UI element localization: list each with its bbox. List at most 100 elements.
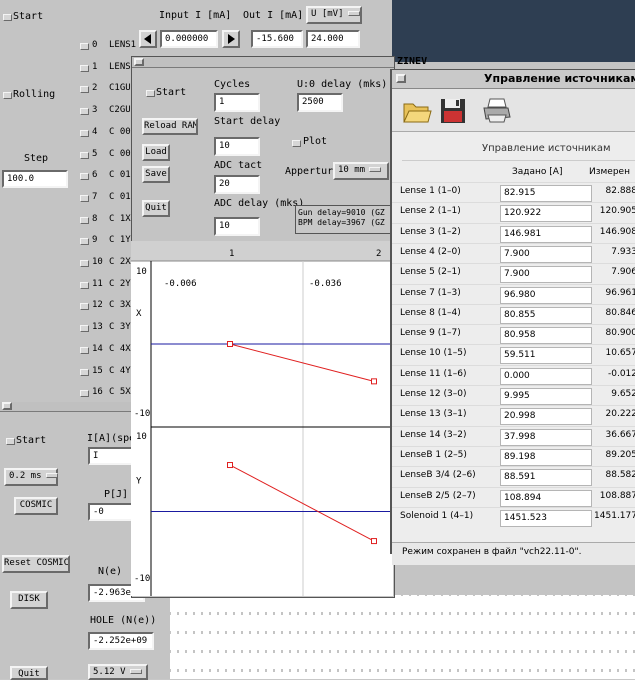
source-set-input[interactable]: 0.000 [500, 367, 592, 385]
channel-checkbox[interactable] [80, 173, 89, 181]
channel-name: C 5X [109, 387, 131, 398]
channel-checkbox[interactable] [80, 368, 89, 376]
channel-checkbox[interactable] [80, 108, 89, 116]
reset-cosmic-button[interactable]: Reset COSMIC [2, 555, 70, 573]
source-set-input[interactable]: 146.981 [500, 225, 592, 243]
source-set-input[interactable]: 82.915 [500, 185, 592, 202]
table-row: Lense 10 (1–5) 59.511 10.657 [392, 344, 635, 365]
start-delay-field[interactable]: 10 [214, 137, 260, 156]
channel-checkbox[interactable] [80, 43, 89, 50]
time-select[interactable]: 0.2 ms [4, 468, 58, 486]
channel-checkbox[interactable] [80, 346, 89, 354]
source-set-input[interactable]: 120.922 [500, 205, 592, 223]
plot-checkbox[interactable] [292, 140, 301, 147]
start-checkbox[interactable] [3, 14, 12, 21]
middle-start-checkbox[interactable] [146, 90, 155, 97]
source-set-input[interactable]: 20.998 [500, 408, 592, 426]
source-name: LenseB 1 (2–5) [400, 449, 467, 460]
channel-number: 3 [92, 105, 98, 116]
source-name: Lense 9 (1–7) [400, 328, 461, 339]
source-set-input[interactable]: 80.855 [500, 306, 592, 324]
volt-select[interactable]: 5.12 V [88, 664, 148, 680]
channel-name: C 01 [109, 170, 131, 181]
channel-checkbox[interactable] [80, 86, 89, 94]
y-tick-label: 10 [136, 267, 147, 277]
adc-tact-field[interactable]: 20 [214, 175, 260, 194]
table-row: Lense 3 (1–2) 146.981 146.908 [392, 222, 635, 244]
channel-checkbox[interactable] [80, 390, 89, 398]
reload-ram-button[interactable]: Reload RAM [142, 118, 198, 135]
column-header-measured: Измерен [589, 167, 630, 177]
channel-checkbox[interactable] [80, 281, 89, 289]
cosmic-button[interactable]: COSMIC [14, 497, 58, 515]
lens1-input-field[interactable]: 0.000000 [160, 30, 218, 48]
desktop-background [392, 0, 635, 62]
source-measured-value: 36.667 [605, 429, 635, 440]
dropdown-icon [347, 11, 360, 16]
unit-select[interactable]: U [mV] [306, 6, 362, 24]
channel-checkbox[interactable] [80, 260, 89, 267]
dropdown-icon [45, 473, 58, 478]
panel-axis-label: Y [136, 477, 142, 487]
source-set-input[interactable]: 89.198 [500, 448, 592, 466]
source-name: LenseB 2/5 (2–7) [400, 490, 476, 501]
panel-axis-label: X [136, 309, 142, 319]
channel-number: 5 [92, 148, 98, 159]
channel-checkbox[interactable] [80, 238, 89, 246]
start-label: Start [13, 11, 44, 22]
channel-checkbox[interactable] [80, 151, 89, 159]
channel-number: 16 [92, 387, 103, 398]
source-measured-value: 80.846 [605, 307, 635, 318]
source-set-input[interactable]: 37.998 [500, 428, 592, 446]
source-set-input[interactable]: 108.894 [500, 489, 592, 507]
source-measured-value: 82.888 [605, 186, 635, 196]
channel-checkbox[interactable] [80, 64, 89, 72]
source-set-input[interactable]: 59.511 [500, 347, 592, 365]
load-button[interactable]: Load [142, 144, 170, 161]
channel-checkbox[interactable] [80, 303, 89, 311]
open-folder-icon[interactable] [402, 98, 432, 124]
channel-name: LENS1 [109, 40, 137, 50]
source-set-input[interactable]: 7.900 [500, 245, 592, 263]
bottom-start-checkbox[interactable] [6, 438, 15, 445]
channel-name: C 00 [109, 126, 131, 137]
window-menu-icon[interactable] [134, 58, 144, 66]
channel-number: 9 [92, 235, 98, 246]
increment-button[interactable] [222, 30, 240, 48]
source-set-input[interactable]: 9.995 [500, 388, 592, 405]
decrement-button[interactable] [139, 30, 157, 48]
input-label: Input I [mA] [159, 10, 232, 21]
channel-name: C 1X [109, 213, 131, 224]
channel-checkbox[interactable] [80, 325, 89, 333]
source-set-input[interactable]: 7.900 [500, 266, 592, 284]
aperture-select[interactable]: 10 mm [333, 162, 389, 180]
source-set-input[interactable]: 1451.523 [500, 509, 592, 527]
delay-info-box: Gun delay=9010 (GZ BPM delay=3967 (GZ [295, 205, 393, 234]
middle-quit-button[interactable]: Quit [142, 200, 170, 217]
source-set-input[interactable]: 88.591 [500, 469, 592, 487]
adc-delay-field[interactable]: 10 [214, 217, 260, 236]
step-field[interactable]: 100.0 [2, 170, 68, 188]
save-button[interactable]: Save [142, 166, 170, 183]
cycles-field[interactable]: 1 [214, 93, 260, 112]
bottom-quit-button[interactable]: Quit [10, 666, 48, 680]
channel-checkbox[interactable] [80, 129, 89, 137]
out-label: Out I [mA] [243, 10, 304, 21]
window-menu-icon[interactable] [2, 402, 12, 410]
step-label: Step [24, 153, 49, 164]
source-name: Lense 8 (1–4) [400, 307, 461, 318]
printer-icon[interactable] [482, 97, 512, 123]
window-menu-icon[interactable] [396, 74, 406, 83]
source-set-input[interactable]: 96.980 [500, 286, 592, 304]
u0-delay-field[interactable]: 2500 [297, 93, 343, 112]
source-set-input[interactable]: 80.958 [500, 327, 592, 345]
sources-window-title: Управление источниками [484, 72, 635, 85]
rolling-checkbox[interactable] [3, 92, 12, 99]
channel-number: 14 [92, 343, 103, 354]
disk-button[interactable]: DISK [10, 591, 48, 609]
channel-checkbox[interactable] [80, 216, 89, 224]
column-value-2: -0.036 [309, 279, 342, 289]
channel-checkbox[interactable] [80, 194, 89, 202]
save-disk-icon[interactable] [440, 98, 466, 124]
channel-row[interactable]: 0 LENS1 [80, 40, 140, 54]
